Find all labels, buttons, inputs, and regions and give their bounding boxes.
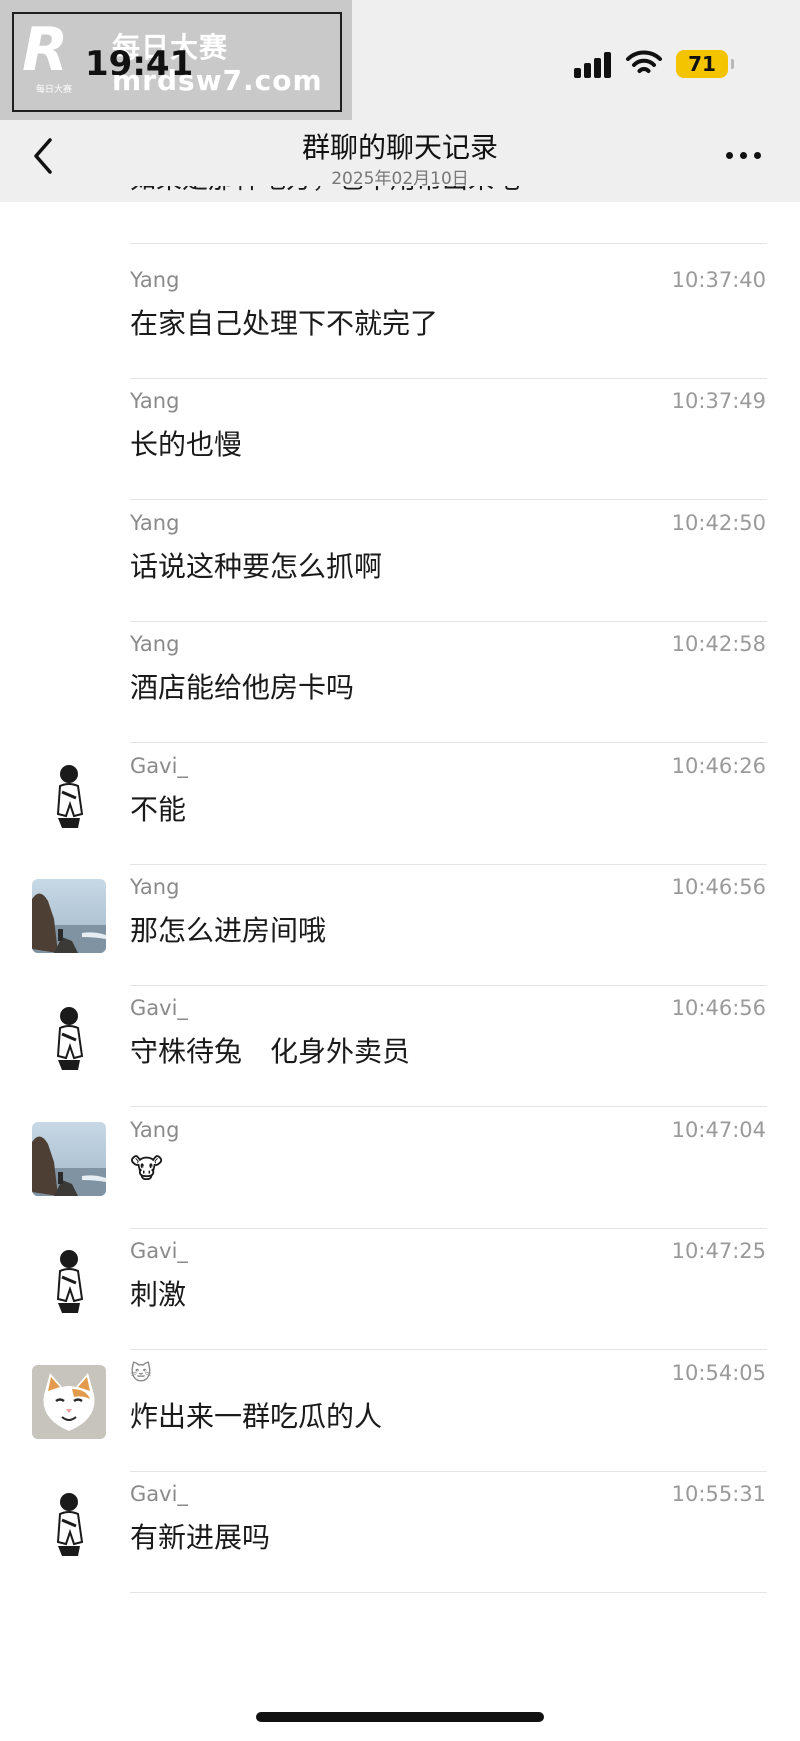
message-text: 不能: [130, 792, 187, 826]
wifi-icon: [626, 50, 662, 73]
message-row[interactable]: Yang 10:42:50 话说这种要怎么抓啊: [0, 487, 800, 622]
message-text: 那怎么进房间哦: [130, 914, 327, 947]
watermark-logo: R: [22, 15, 69, 85]
message-text: 话说这种要怎么抓啊: [130, 549, 383, 583]
sender-name: Gavi_: [130, 1239, 188, 1264]
sender-name: Yang: [130, 268, 180, 292]
cellular-signal-icon: [574, 52, 614, 78]
home-indicator[interactable]: [256, 1712, 544, 1722]
message-text: 炸出来一群吃瓜的人: [130, 1399, 383, 1433]
sender-name: 🐱: [130, 1360, 152, 1385]
sender-name: Yang: [130, 875, 180, 899]
sender-name: Yang: [130, 389, 180, 414]
message-text: 长的也慢: [130, 428, 243, 462]
avatar[interactable]: [32, 879, 106, 953]
sender-name: Yang: [130, 1117, 180, 1142]
message-timestamp: 10:46:56: [671, 875, 766, 899]
avatar[interactable]: [32, 1364, 106, 1439]
page-title: 群聊的聊天记录: [301, 131, 498, 164]
message-row[interactable]: Yang 10:46:56 那怎么进房间哦: [0, 851, 800, 986]
message-row[interactable]: Yang 10:42:58 酒店能给他房卡吗: [0, 608, 800, 744]
avatar[interactable]: [32, 757, 106, 832]
message-text: 有新进展吗: [130, 1521, 271, 1554]
watermark-site: mrdsw7.com: [112, 64, 323, 97]
message-timestamp: 10:42:58: [671, 632, 766, 657]
partial-message-text: 如果是那种地方，也不用帮出来吧: [130, 186, 520, 202]
message-row[interactable]: 🐱 10:54:05 炸出来一群吃瓜的人: [0, 1337, 800, 1472]
message-row[interactable]: Gavi_ 10:55:31 有新进展吗: [0, 1458, 800, 1593]
message-text: 在家自己处理下不就完了: [130, 307, 439, 340]
more-options-icon[interactable]: [724, 150, 764, 162]
message-timestamp: 10:47:25: [671, 1239, 766, 1264]
sender-name: Gavi_: [130, 996, 188, 1021]
sender-name: Gavi_: [130, 753, 188, 778]
top-bar: R 每日大赛 每日大赛 19:41 mrdsw7.com 71 群聊的聊天记录 …: [0, 0, 800, 202]
message-row[interactable]: Gavi_ 10:46:56 守株待兔 化身外卖员: [0, 972, 800, 1108]
message-text: 守株待兔 化身外卖员: [130, 1035, 411, 1069]
message-timestamp: 10:47:04: [671, 1117, 766, 1142]
message-timestamp: 10:37:49: [671, 389, 766, 414]
watermark-small-text: 每日大赛: [36, 85, 73, 95]
message-row[interactable]: Yang 10:47:04 🐮: [0, 1094, 800, 1229]
avatar[interactable]: [32, 1121, 106, 1196]
battery-indicator: 71: [676, 50, 734, 78]
message-text: 酒店能给他房卡吗: [130, 671, 355, 705]
divider: [130, 1592, 767, 1593]
sender-name: Yang: [130, 510, 180, 535]
message-text: 刺激: [130, 1278, 187, 1312]
message-timestamp: 10:46:26: [671, 753, 766, 778]
message-row[interactable]: Yang 10:37:49 长的也慢: [0, 365, 800, 501]
message-timestamp: 10:37:40: [671, 268, 766, 292]
sender-name: Gavi_: [130, 1482, 188, 1506]
avatar[interactable]: [32, 1000, 106, 1075]
message-timestamp: 10:42:50: [671, 510, 766, 535]
message-timestamp: 10:55:31: [671, 1482, 766, 1506]
avatar[interactable]: [32, 1486, 106, 1560]
message-text: 🐮: [130, 1151, 164, 1185]
sender-name: Yang: [130, 632, 180, 657]
message-row[interactable]: Yang 10:37:40 在家自己处理下不就完了: [0, 244, 800, 379]
message-timestamp: 10:46:56: [671, 996, 766, 1021]
avatar[interactable]: [32, 1243, 106, 1318]
watermark: R 每日大赛 每日大赛 19:41 mrdsw7.com: [0, 0, 352, 120]
message-row[interactable]: Gavi_ 10:46:26 不能: [0, 730, 800, 865]
message-row[interactable]: Gavi_ 10:47:25 刺激: [0, 1215, 800, 1351]
message-timestamp: 10:54:05: [671, 1360, 766, 1385]
